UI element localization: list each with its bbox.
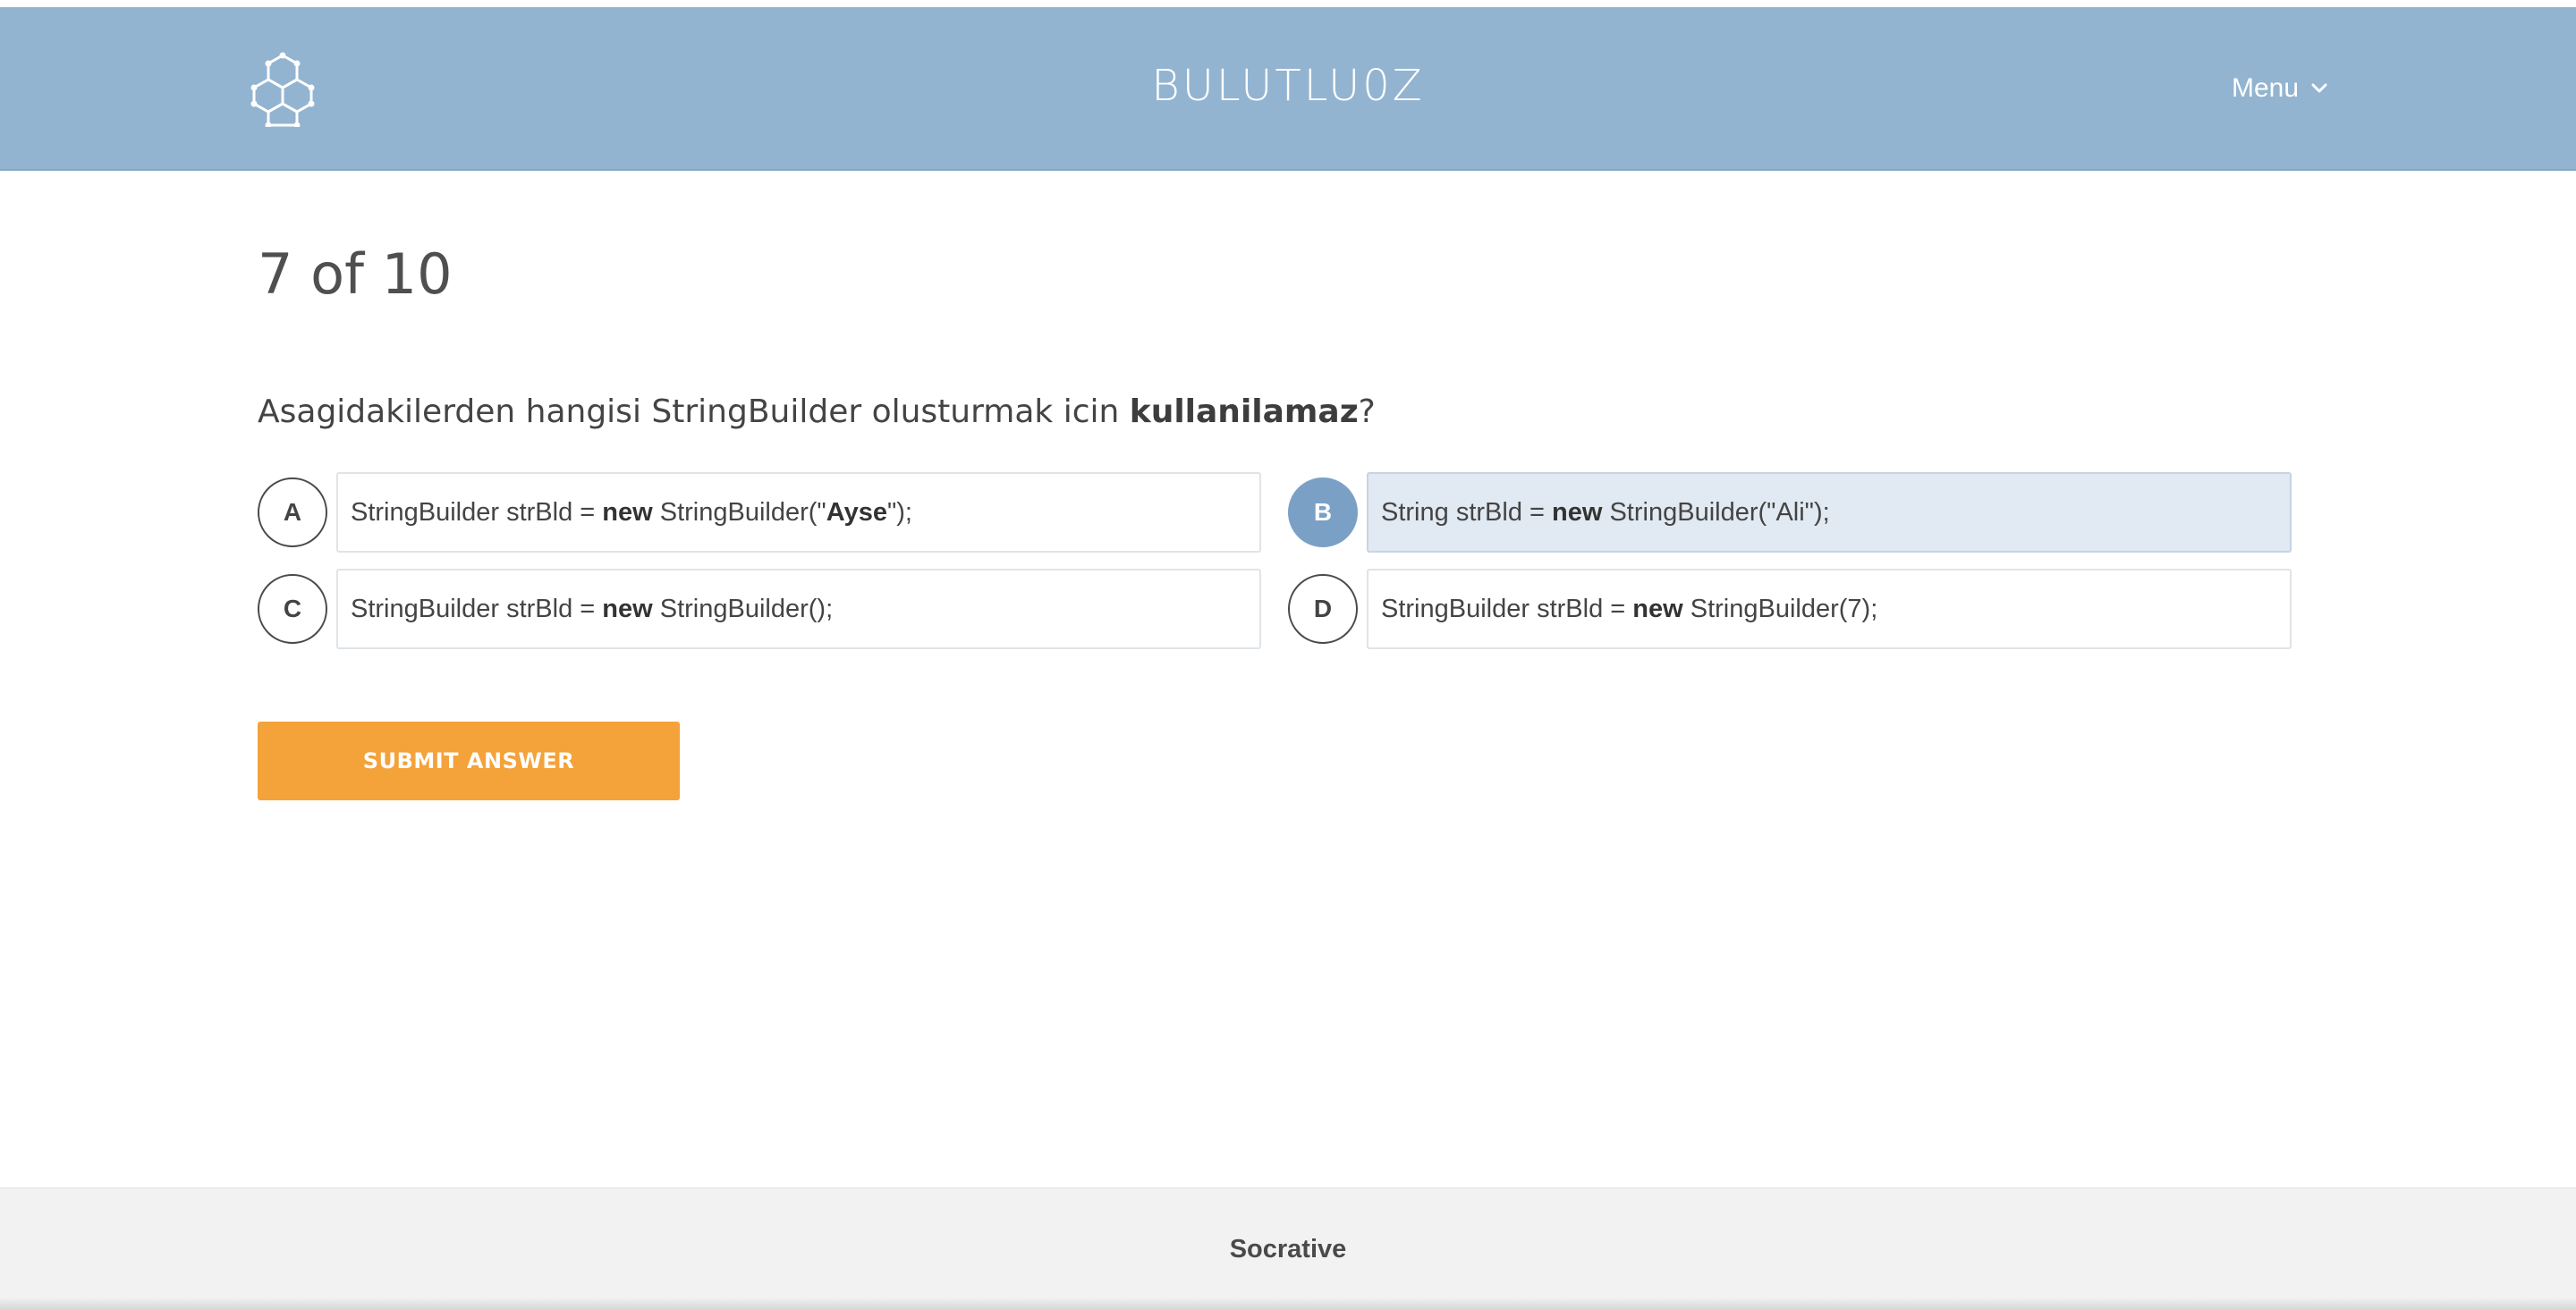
chevron-down-icon — [2311, 83, 2327, 94]
answer-option-a[interactable]: A StringBuilder strBld = new StringBuild… — [258, 472, 1261, 553]
header-bar: BULUTLU0Z Menu — [0, 7, 2576, 171]
answer-text[interactable]: String strBld = new StringBuilder("Ali")… — [1367, 472, 2292, 553]
answer-letter[interactable]: A — [258, 478, 327, 547]
answer-text-part: "); — [886, 497, 912, 527]
answer-option-b[interactable]: B String strBld = new StringBuilder("Ali… — [1288, 472, 2292, 553]
answer-text[interactable]: StringBuilder strBld = new StringBuilder… — [1367, 569, 2292, 649]
answer-option-c[interactable]: C StringBuilder strBld = new StringBuild… — [258, 569, 1261, 649]
question-progress: 7 of 10 — [258, 241, 453, 307]
question-prefix: Asagidakilerden hangisi StringBuilder ol… — [258, 393, 1130, 430]
question-text: Asagidakilerden hangisi StringBuilder ol… — [258, 393, 1376, 430]
page: BULUTLU0Z Menu 7 of 10 Asagidakilerden h… — [0, 0, 2576, 1310]
answer-text-part: StringBuilder strBld = — [1381, 594, 1633, 623]
question-suffix: ? — [1358, 393, 1376, 430]
answer-option-d[interactable]: D StringBuilder strBld = new StringBuild… — [1288, 569, 2292, 649]
answer-text[interactable]: StringBuilder strBld = new StringBuilder… — [336, 472, 1261, 553]
answer-text-bold: new — [1632, 594, 1683, 623]
answer-text[interactable]: StringBuilder strBld = new StringBuilder… — [336, 569, 1261, 649]
answer-letter[interactable]: B — [1288, 478, 1358, 547]
answer-text-part: StringBuilder strBld = — [351, 594, 603, 623]
answer-text-bold: new — [602, 594, 653, 623]
submit-answer-button[interactable]: SUBMIT ANSWER — [258, 722, 680, 800]
answer-text-bold: Ayse — [826, 497, 887, 527]
menu-label: Menu — [2231, 73, 2299, 103]
answer-text-part: StringBuilder strBld = — [351, 497, 603, 527]
answer-letter[interactable]: C — [258, 574, 327, 644]
menu-button[interactable]: Menu — [2232, 73, 2327, 104]
answer-text-part: String strBld = — [1381, 497, 1552, 527]
answer-text-bold: new — [1552, 497, 1603, 527]
brand-title: BULUTLU0Z — [1151, 61, 1425, 111]
question-emphasis: kullanilamaz — [1129, 393, 1359, 430]
answer-text-part: StringBuilder("Ali"); — [1602, 497, 1830, 527]
top-strip — [0, 0, 2576, 7]
footer-shadow — [0, 1297, 2576, 1310]
answer-text-part: StringBuilder(" — [652, 497, 826, 527]
footer-brand: Socrative — [1229, 1235, 1347, 1264]
answer-text-part: StringBuilder(7); — [1682, 594, 1878, 623]
answer-letter[interactable]: D — [1288, 574, 1358, 644]
footer: Socrative — [0, 1187, 2576, 1310]
answer-text-bold: new — [602, 497, 653, 527]
answer-text-part: StringBuilder(); — [652, 594, 834, 623]
